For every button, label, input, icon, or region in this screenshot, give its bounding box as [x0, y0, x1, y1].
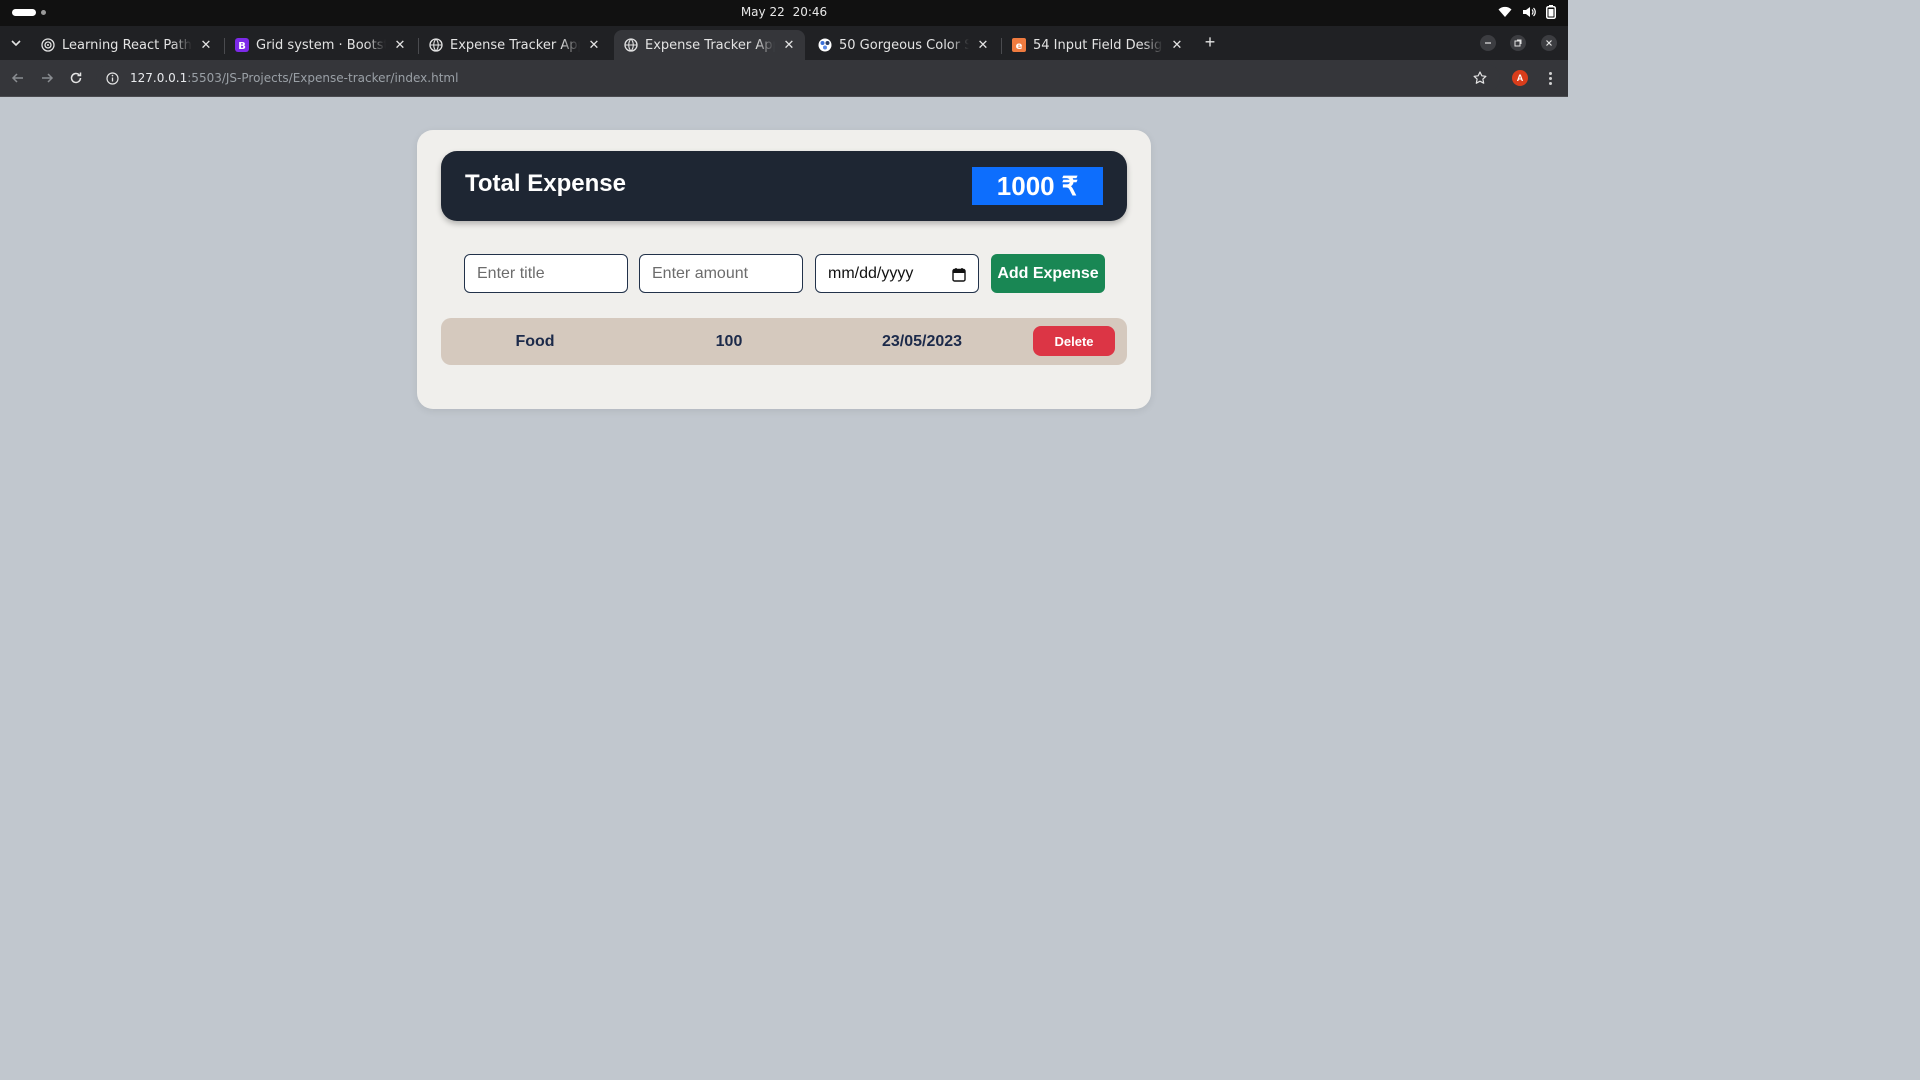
- expense-date: 23/05/2023: [881, 333, 963, 350]
- profile-avatar[interactable]: A: [1512, 70, 1528, 86]
- star-icon: [1473, 71, 1487, 84]
- restore-icon: [1514, 39, 1522, 47]
- close-icon[interactable]: ✕: [392, 37, 408, 53]
- arrow-left-icon: [11, 73, 23, 83]
- date-placeholder: mm/dd/yyyy: [828, 264, 914, 282]
- title-input[interactable]: [464, 254, 628, 293]
- amount-input[interactable]: [639, 254, 803, 293]
- address-bar[interactable]: 127.0.0.1:5503/JS-Projects/Expense-track…: [96, 64, 1500, 92]
- tab-learning-react-path[interactable]: Learning React Path ✕: [31, 30, 222, 60]
- total-expense-header: Total Expense 1000 ₹: [441, 151, 1127, 221]
- back-button[interactable]: [9, 69, 27, 87]
- close-icon: [1546, 40, 1552, 46]
- expense-title: Food: [515, 333, 555, 350]
- restore-button[interactable]: [1510, 35, 1526, 51]
- tab-title: Learning React Path: [62, 37, 192, 53]
- tab-expense-tracker-active[interactable]: Expense Tracker App ✕: [614, 30, 805, 60]
- close-icon[interactable]: ✕: [586, 37, 602, 53]
- info-icon[interactable]: [104, 70, 120, 86]
- os-clock[interactable]: May 22 20:46: [0, 5, 1568, 19]
- battery-icon: [1546, 5, 1556, 19]
- expense-amount: 100: [715, 333, 743, 350]
- total-expense-value: 1000 ₹: [972, 167, 1103, 205]
- svg-text:B: B: [238, 41, 246, 52]
- kebab-dot: [1548, 81, 1552, 85]
- total-expense-title: Total Expense: [465, 170, 626, 197]
- close-icon[interactable]: ✕: [198, 37, 214, 53]
- svg-text:e: e: [1016, 41, 1023, 52]
- browser-menu-button[interactable]: [1542, 69, 1558, 87]
- tab-color-schemes[interactable]: 50 Gorgeous Color Schemes ✕: [808, 30, 999, 60]
- delete-expense-button[interactable]: Delete: [1033, 326, 1115, 356]
- os-top-bar: May 22 20:46: [0, 0, 1568, 26]
- orange-e-icon: e: [1012, 38, 1026, 52]
- tab-title: 54 Input Field Design Examples: [1033, 37, 1163, 53]
- date-input[interactable]: mm/dd/yyyy: [815, 254, 979, 293]
- calendar-icon[interactable]: [952, 267, 966, 282]
- tab-search-button[interactable]: [6, 33, 26, 53]
- close-icon[interactable]: ✕: [975, 37, 991, 53]
- palette-icon: [818, 38, 832, 52]
- chevron-down-icon: [11, 40, 21, 46]
- os-time: 20:46: [792, 5, 828, 19]
- expense-tracker-card: Total Expense 1000 ₹ mm/dd/yyyy Add Expe…: [417, 130, 1151, 409]
- volume-icon: [1522, 5, 1536, 19]
- bootstrap-b-icon: B: [235, 38, 249, 52]
- plus-icon: +: [1204, 32, 1216, 52]
- tab-title: Expense Tracker App: [450, 37, 580, 53]
- url-path: :5503/JS-Projects/Expense-tracker/index.…: [187, 71, 459, 85]
- system-tray[interactable]: [1498, 5, 1556, 19]
- globe-target-icon: [41, 38, 55, 52]
- close-window-button[interactable]: [1541, 35, 1557, 51]
- minimize-button[interactable]: [1480, 35, 1496, 51]
- tab-title: 50 Gorgeous Color Schemes: [839, 37, 969, 53]
- globe-icon: [624, 38, 638, 52]
- forward-button[interactable]: [38, 69, 56, 87]
- add-expense-button[interactable]: Add Expense: [991, 254, 1105, 293]
- close-icon[interactable]: ✕: [1169, 37, 1185, 53]
- expense-row: Food 100 23/05/2023 Delete: [441, 318, 1127, 365]
- url-host: 127.0.0.1: [130, 71, 188, 85]
- os-date: May 22: [740, 5, 785, 19]
- kebab-dot: [1548, 76, 1552, 80]
- reload-button[interactable]: [67, 69, 85, 87]
- arrow-right-icon: [42, 73, 54, 83]
- rupee-symbol: ₹: [1061, 170, 1079, 201]
- tab-bootstrap-grid[interactable]: B Grid system · Bootstrap v5.0 ✕: [225, 30, 416, 60]
- kebab-dot: [1548, 71, 1552, 75]
- total-amount-number: 1000: [996, 170, 1055, 201]
- minimize-icon: [1485, 42, 1491, 44]
- globe-icon: [429, 38, 443, 52]
- url-text: 127.0.0.1:5503/JS-Projects/Expense-track…: [130, 71, 458, 85]
- browser-tab-strip: Learning React Path ✕ B Grid system · Bo…: [0, 26, 1568, 60]
- new-tab-button[interactable]: +: [1201, 32, 1219, 52]
- tab-title: Expense Tracker App: [645, 37, 775, 53]
- tab-expense-tracker-1[interactable]: Expense Tracker App ✕: [419, 30, 610, 60]
- wifi-icon: [1498, 6, 1512, 18]
- close-icon[interactable]: ✕: [781, 37, 797, 53]
- browser-toolbar: 127.0.0.1:5503/JS-Projects/Expense-track…: [0, 60, 1568, 97]
- reload-icon: [70, 72, 82, 84]
- tab-title: Grid system · Bootstrap v5.0: [256, 37, 386, 53]
- tab-input-field-design[interactable]: e 54 Input Field Design Examples ✕: [1002, 30, 1193, 60]
- bookmark-button[interactable]: [1471, 69, 1489, 87]
